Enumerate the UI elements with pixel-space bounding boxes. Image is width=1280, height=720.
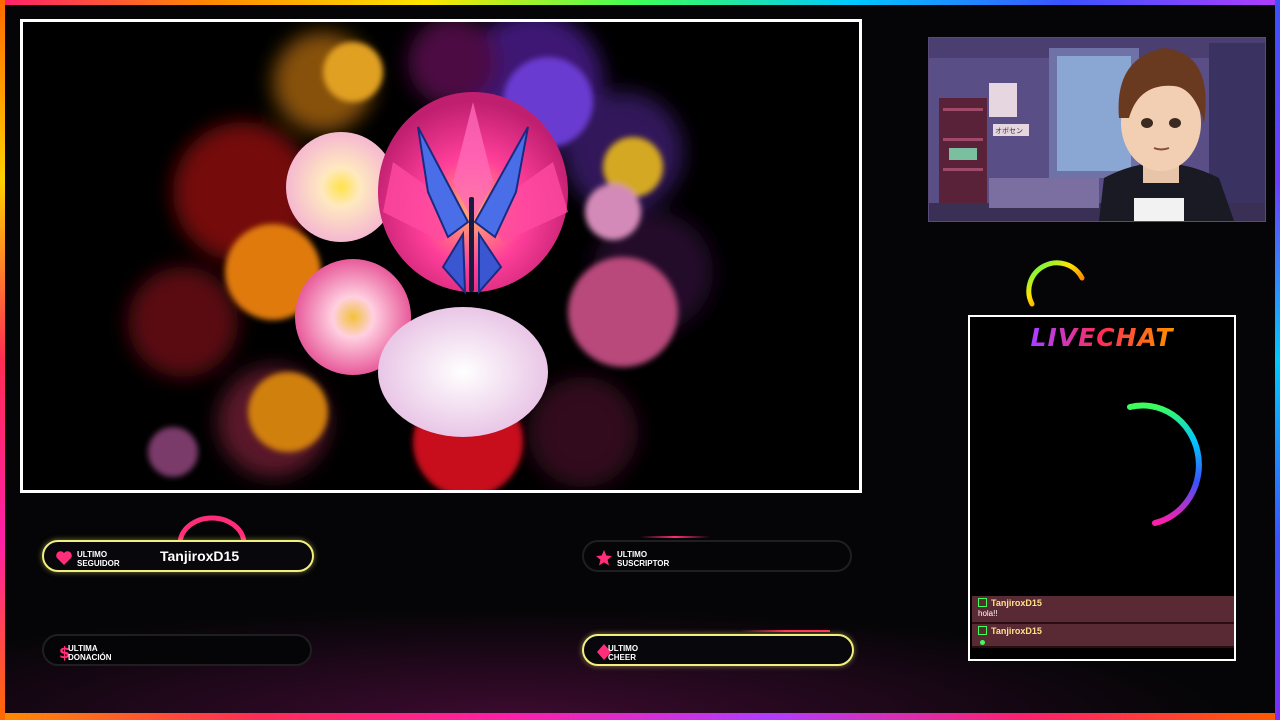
livechat-title: LIVECHAT	[970, 323, 1234, 352]
rainbow-frame-bottom	[0, 713, 1280, 720]
rainbow-frame-top	[0, 0, 1280, 5]
chat-username: TanjiroxD15	[991, 598, 1042, 608]
webcam-frame: オボセン	[928, 37, 1266, 222]
rainbow-frame-right	[1275, 0, 1280, 720]
main-scene-frame	[20, 19, 862, 493]
star-icon	[596, 550, 612, 566]
chat-username: TanjiroxD15	[991, 626, 1042, 636]
last-cheer-label: ULTIMO CHEER	[608, 644, 639, 662]
chat-badge-icon	[978, 626, 987, 635]
chat-message-text: hola!!	[978, 609, 998, 618]
webcam-avatar-scene: オボセン	[929, 38, 1265, 221]
accent-line	[640, 536, 710, 538]
last-follower-bar: ULTIMO SEGUIDOR TanjiroxD15	[42, 540, 314, 572]
rainbow-frame-left	[0, 0, 5, 720]
last-follower-label: ULTIMO SEGUIDOR	[77, 550, 120, 568]
chat-message: TanjiroxD15 hola!!	[972, 596, 1234, 624]
chat-badge-icon	[978, 598, 987, 607]
last-subscriber-bar: ULTIMO SUSCRIPTOR	[582, 540, 852, 572]
last-follower-value: TanjiroxD15	[160, 548, 240, 564]
flower-bouquet-image	[23, 22, 859, 490]
chat-message: TanjiroxD15	[972, 624, 1234, 648]
chat-emote-icon	[980, 640, 985, 645]
last-subscriber-label: ULTIMO SUSCRIPTOR	[617, 550, 670, 568]
last-cheer-bar: ULTIMO CHEER	[582, 634, 854, 666]
accent-line	[740, 630, 830, 632]
last-donation-bar: $ ULTIMA DONACIÓN	[42, 634, 312, 666]
rainbow-ring-decoration	[1026, 260, 1085, 307]
chat-ring-decoration	[1127, 402, 1202, 526]
room-sign: オボセン	[995, 127, 1023, 135]
livechat-panel[interactable]: LIVECHAT TanjiroxD15 hola!! TanjiroxD15	[968, 315, 1236, 661]
last-donation-label: ULTIMA DONACIÓN	[68, 644, 112, 662]
heart-icon	[56, 551, 72, 565]
